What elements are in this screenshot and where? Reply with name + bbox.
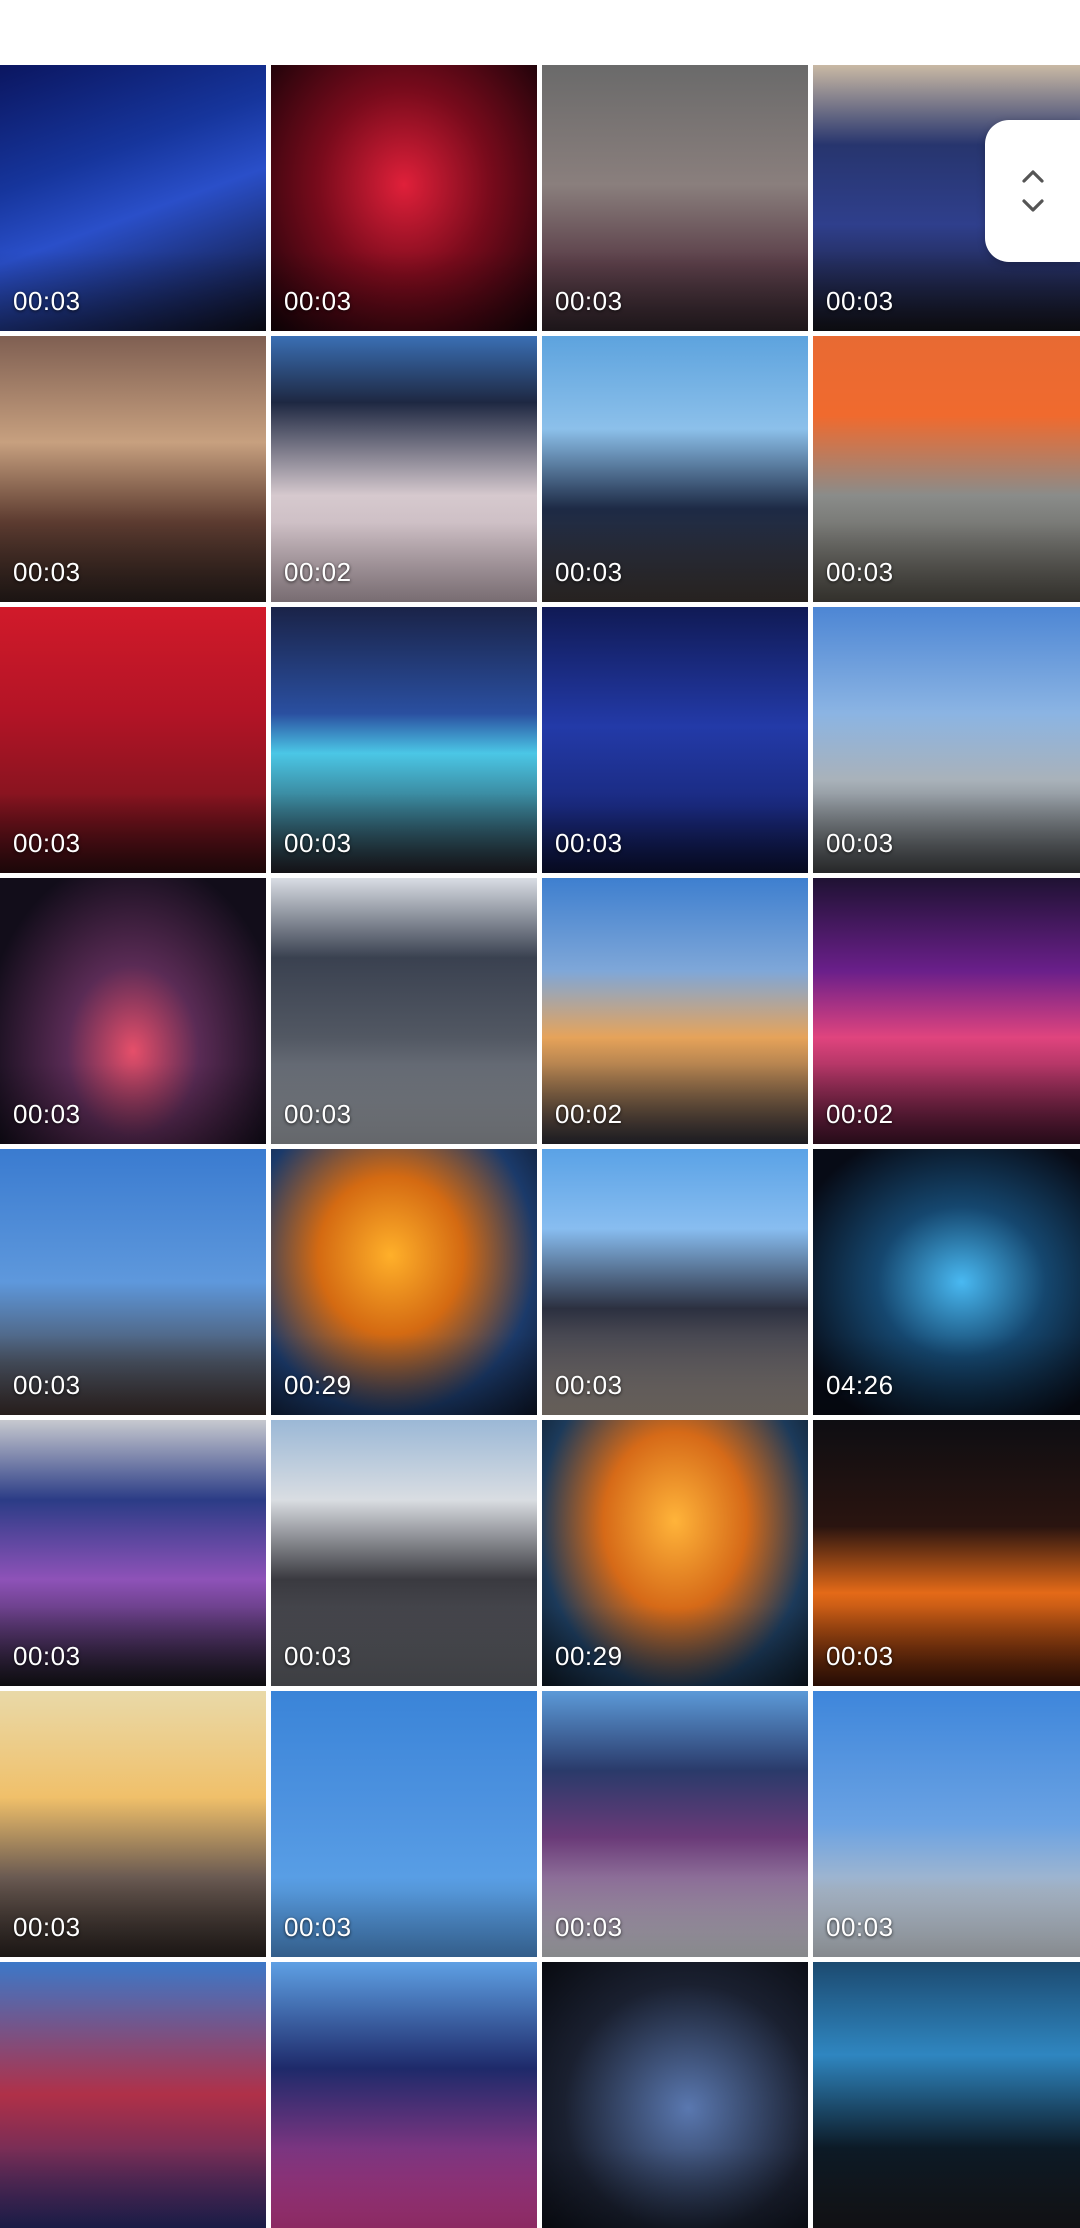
chevron-up-icon[interactable] <box>1020 167 1046 185</box>
video-thumbnail[interactable]: 00:03 <box>271 878 537 1144</box>
video-duration: 00:03 <box>555 828 623 858</box>
chevron-down-icon[interactable] <box>1020 197 1046 215</box>
video-duration: 00:03 <box>284 1912 352 1942</box>
video-duration: 00:03 <box>13 1099 81 1129</box>
video-duration: 00:03 <box>555 1370 623 1400</box>
video-thumbnail[interactable]: 00:03 <box>813 336 1080 602</box>
video-duration: 00:29 <box>284 1370 352 1400</box>
video-duration: 00:03 <box>13 1641 81 1671</box>
video-duration: 00:03 <box>13 1912 81 1942</box>
video-thumbnail[interactable] <box>542 1962 808 2228</box>
video-duration: 00:03 <box>826 557 894 587</box>
video-duration: 00:03 <box>284 1641 352 1671</box>
top-bar <box>0 0 1080 65</box>
video-duration: 00:03 <box>284 286 352 316</box>
video-thumbnail[interactable]: 00:03 <box>0 1420 266 1686</box>
thumbnail-shade <box>813 2148 1080 2228</box>
video-duration: 00:02 <box>555 1099 623 1129</box>
video-duration: 00:03 <box>826 828 894 858</box>
video-thumbnail[interactable]: 00:03 <box>0 878 266 1144</box>
video-thumbnail[interactable]: 00:03 <box>542 1149 808 1415</box>
video-thumbnail[interactable] <box>813 1962 1080 2228</box>
video-duration: 00:02 <box>284 557 352 587</box>
video-thumbnail[interactable]: 04:26 <box>813 1149 1080 1415</box>
video-thumbnail[interactable]: 00:03 <box>0 336 266 602</box>
thumbnail-shade <box>271 2148 537 2228</box>
thumbnail-shade <box>542 2148 808 2228</box>
video-thumbnail[interactable] <box>0 1962 266 2228</box>
video-duration: 00:02 <box>826 1099 894 1129</box>
video-thumbnail[interactable]: 00:03 <box>271 607 537 873</box>
video-duration: 00:03 <box>555 557 623 587</box>
video-duration: 00:03 <box>13 557 81 587</box>
video-thumbnail[interactable] <box>271 1962 537 2228</box>
fast-scroll-handle[interactable] <box>985 120 1080 262</box>
video-thumbnail[interactable]: 00:02 <box>542 878 808 1144</box>
video-thumbnail[interactable]: 00:03 <box>813 607 1080 873</box>
video-duration: 00:03 <box>284 1099 352 1129</box>
video-duration: 00:03 <box>826 286 894 316</box>
video-duration: 00:03 <box>13 1370 81 1400</box>
video-thumbnail[interactable]: 00:03 <box>271 1691 537 1957</box>
video-duration: 00:03 <box>826 1912 894 1942</box>
video-thumbnail[interactable]: 00:03 <box>813 1691 1080 1957</box>
thumbnail-shade <box>0 2148 266 2228</box>
video-duration: 00:03 <box>826 1641 894 1671</box>
video-thumbnail[interactable]: 00:03 <box>542 607 808 873</box>
video-duration: 04:26 <box>826 1370 894 1400</box>
video-thumbnail[interactable]: 00:03 <box>813 1420 1080 1686</box>
video-thumbnail[interactable]: 00:02 <box>813 878 1080 1144</box>
video-duration: 00:03 <box>555 1912 623 1942</box>
video-duration: 00:03 <box>13 828 81 858</box>
video-thumbnail[interactable]: 00:03 <box>0 1691 266 1957</box>
video-thumbnail[interactable]: 00:03 <box>0 607 266 873</box>
video-thumbnail[interactable]: 00:03 <box>542 336 808 602</box>
media-grid: 00:03 00:03 00:03 00:03 00:03 00:02 00:03 00:03… <box>0 65 1080 2228</box>
video-thumbnail[interactable]: 00:29 <box>271 1149 537 1415</box>
video-duration: 00:03 <box>284 828 352 858</box>
video-thumbnail[interactable]: 00:02 <box>271 336 537 602</box>
video-duration: 00:29 <box>555 1641 623 1671</box>
video-thumbnail[interactable]: 00:03 <box>271 65 537 331</box>
video-thumbnail[interactable]: 00:03 <box>542 1691 808 1957</box>
video-thumbnail[interactable]: 00:03 <box>542 65 808 331</box>
video-thumbnail[interactable]: 00:03 <box>0 1149 266 1415</box>
video-duration: 00:03 <box>555 286 623 316</box>
video-thumbnail[interactable]: 00:29 <box>542 1420 808 1686</box>
video-thumbnail[interactable]: 00:03 <box>0 65 266 331</box>
video-duration: 00:03 <box>13 286 81 316</box>
video-thumbnail[interactable]: 00:03 <box>271 1420 537 1686</box>
